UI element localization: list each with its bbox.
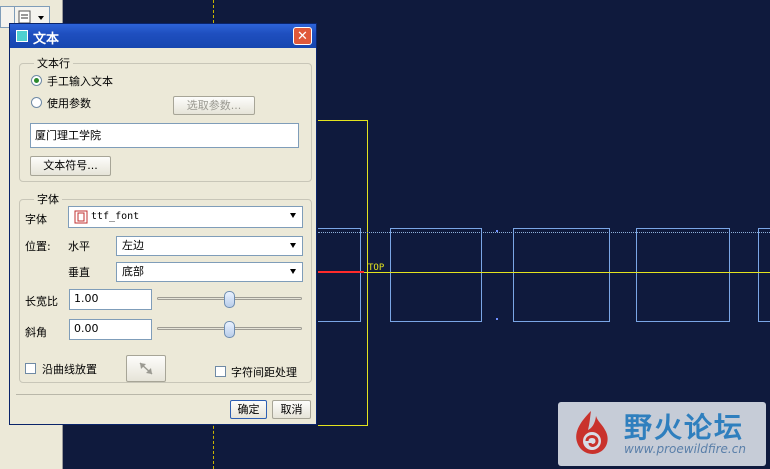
kerning-label: 字符间距处理: [231, 366, 297, 379]
dialog-title: 文本: [33, 32, 60, 47]
aspect-ratio-slider-thumb[interactable]: [224, 291, 235, 308]
vertical-value: 底部: [122, 265, 144, 278]
text-dialog: 文本 ✕ 文本行 手工输入文本 使用参数 选取参数... 厦门理工学院 文本符号…: [9, 23, 317, 425]
chevron-down-icon: [290, 243, 296, 248]
sketch-rect: [636, 228, 730, 322]
use-param-label: 使用参数: [47, 97, 91, 110]
font-dropdown[interactable]: ttf_font: [68, 206, 303, 228]
sketch-vertex: [496, 318, 498, 320]
close-button[interactable]: ✕: [293, 27, 312, 45]
font-value: ttf_font: [91, 211, 140, 222]
text-baseline: [318, 272, 770, 273]
use-param-radio[interactable]: [31, 97, 42, 108]
aspect-ratio-input[interactable]: 1.00: [69, 289, 152, 310]
font-label: 字体: [25, 213, 47, 226]
text-line-group-label: 文本行: [37, 57, 70, 70]
separator: [16, 394, 312, 395]
slant-label: 斜角: [25, 326, 47, 339]
position-label: 位置:: [25, 240, 51, 253]
aspect-ratio-label: 长宽比: [25, 295, 58, 308]
text-symbol-button[interactable]: 文本符号...: [30, 156, 111, 176]
title-bar[interactable]: 文本 ✕: [10, 24, 316, 48]
vertical-dropdown[interactable]: 底部: [116, 262, 303, 282]
manual-text-radio[interactable]: [31, 75, 42, 86]
kerning-checkbox[interactable]: [215, 366, 226, 377]
manual-text-label: 手工输入文本: [47, 75, 113, 88]
dialog-icon: [16, 30, 28, 42]
top-datum-label: TOP: [368, 263, 385, 273]
sketch-rect: [390, 228, 482, 322]
sketch-vertex: [496, 230, 498, 232]
flip-direction-button[interactable]: [126, 355, 166, 382]
along-curve-checkbox[interactable]: [25, 363, 36, 374]
font-group-label: 字体: [37, 193, 59, 206]
chevron-down-icon: [290, 213, 296, 218]
truetype-font-icon: [74, 210, 88, 224]
ok-button[interactable]: 确定: [230, 400, 267, 419]
sketch-rect: [758, 228, 770, 322]
flip-arrow-icon: [139, 362, 153, 375]
horizontal-dropdown[interactable]: 左边: [116, 236, 303, 256]
along-curve-label: 沿曲线放置: [42, 363, 97, 376]
watermark: 野火论坛 www.proewildfire.cn: [558, 402, 766, 466]
slant-input[interactable]: 0.00: [69, 319, 152, 340]
sketch-rect: [513, 228, 610, 322]
horizontal-label: 水平: [68, 240, 90, 253]
slant-slider-thumb[interactable]: [224, 321, 235, 338]
text-input[interactable]: 厦门理工学院: [30, 123, 299, 148]
cancel-button[interactable]: 取消: [272, 400, 311, 419]
horizontal-value: 左边: [122, 239, 144, 252]
sketch-rect: [318, 228, 361, 322]
watermark-title: 野火论坛: [624, 411, 745, 444]
watermark-url: www.proewildfire.cn: [624, 442, 746, 456]
flame-logo-icon: [576, 411, 608, 454]
selected-segment: [318, 271, 364, 273]
vertical-label: 垂直: [68, 266, 90, 279]
chevron-down-icon: [290, 269, 296, 274]
select-param-button[interactable]: 选取参数...: [173, 96, 255, 115]
